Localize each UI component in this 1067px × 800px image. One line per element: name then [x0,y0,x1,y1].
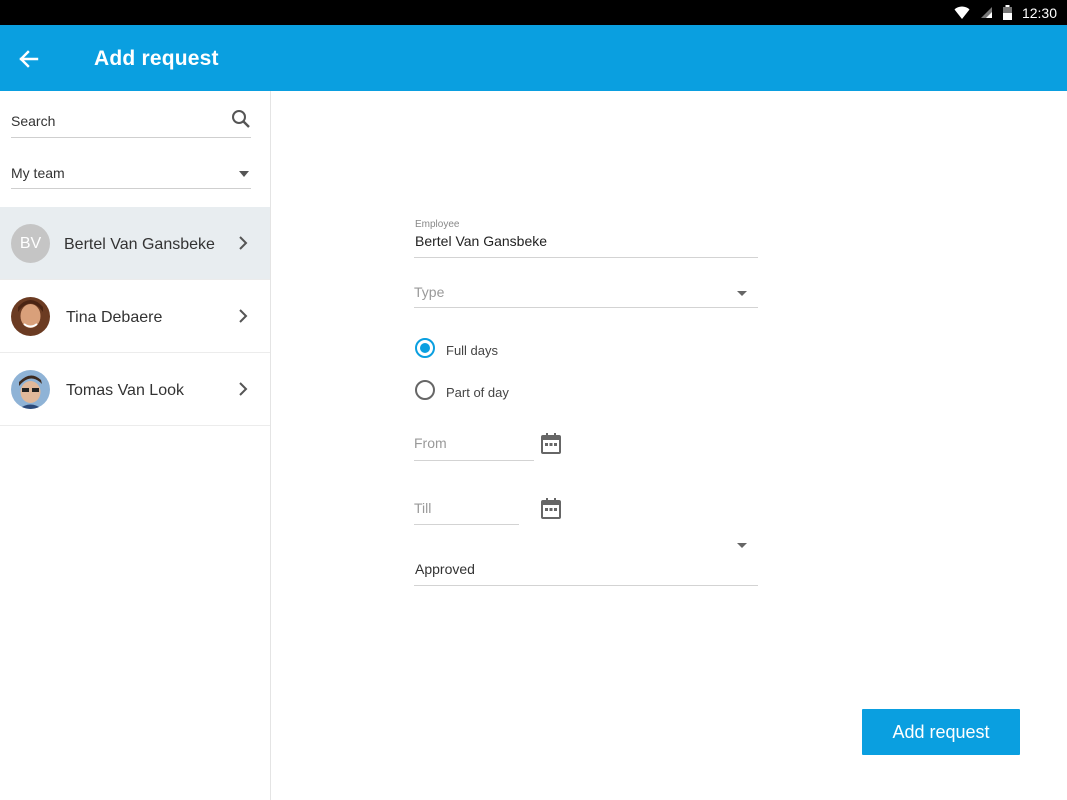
request-form: Employee Bertel Van Gansbeke Type Full d… [272,91,1067,800]
calendar-icon[interactable] [541,433,561,459]
list-item-tomas[interactable]: Tomas Van Look [0,353,270,426]
team-filter-value: My team [11,165,65,181]
full-days-label[interactable]: Full days [446,343,498,358]
app-bar: Add request [0,25,1067,91]
type-dropdown[interactable]: Type [414,284,444,300]
employee-field-underline [414,257,758,258]
page-title: Add request [94,47,219,70]
from-date-input[interactable]: From [414,435,447,451]
avatar [11,297,50,336]
till-date-input[interactable]: Till [414,500,431,516]
calendar-icon[interactable] [541,498,561,524]
type-field-underline [414,307,758,308]
clock-time: 12:30 [1021,4,1057,21]
chevron-right-icon [238,235,248,256]
list-item-tina[interactable]: Tina Debaere [0,280,270,353]
wifi-icon [954,6,970,20]
system-status-bar: 12:30 [0,0,1067,25]
till-field-underline [414,524,519,525]
employee-field-label: Employee [415,219,460,230]
chevron-right-icon [238,381,248,402]
battery-icon [1002,5,1012,20]
list-item-bertel[interactable]: BV Bertel Van Gansbeke [0,207,270,280]
chevron-right-icon [238,308,248,329]
employee-name: Tina Debaere [66,309,163,326]
chevron-down-icon [239,171,249,177]
back-arrow-icon[interactable] [14,46,44,72]
full-days-radio[interactable] [415,338,435,358]
search-input[interactable]: Search [11,113,55,129]
from-field-underline [414,460,534,461]
employee-name: Bertel Van Gansbeke [64,236,215,253]
search-icon[interactable] [231,109,251,134]
search-field[interactable]: Search [11,105,251,138]
avatar: BV [11,224,50,263]
employee-sidebar: Search My team BV Bertel Van Gansbeke Ti… [0,91,271,800]
status-dropdown[interactable]: Approved [415,561,475,577]
employee-list: BV Bertel Van Gansbeke Tina Debaere Toma… [0,207,270,426]
part-of-day-label[interactable]: Part of day [446,385,509,400]
chevron-down-icon[interactable] [737,543,747,548]
chevron-down-icon[interactable] [737,291,747,296]
team-filter-dropdown[interactable]: My team [11,157,251,189]
part-of-day-radio[interactable] [415,380,435,400]
signal-icon [980,6,993,19]
employee-field-value[interactable]: Bertel Van Gansbeke [415,233,547,249]
status-field-underline [414,585,758,586]
add-request-button[interactable]: Add request [862,709,1020,755]
avatar [11,370,50,409]
employee-name: Tomas Van Look [66,382,184,399]
